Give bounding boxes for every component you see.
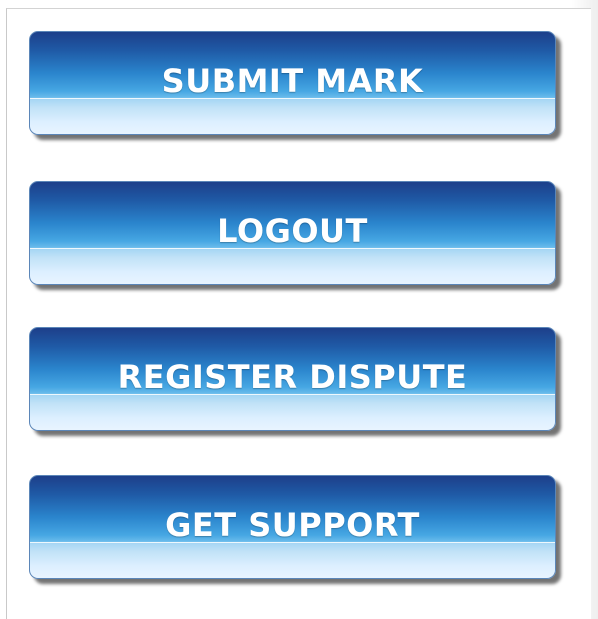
menu-panel: SUBMIT MARK LOGOUT REGISTER DISPUTE GET … bbox=[0, 0, 598, 619]
submit-mark-button[interactable]: SUBMIT MARK bbox=[29, 31, 556, 135]
logout-button[interactable]: LOGOUT bbox=[29, 181, 556, 285]
logout-label: LOGOUT bbox=[217, 212, 368, 250]
register-dispute-button[interactable]: REGISTER DISPUTE bbox=[29, 327, 556, 431]
submit-mark-label: SUBMIT MARK bbox=[161, 62, 424, 100]
get-support-label: GET SUPPORT bbox=[165, 506, 420, 544]
register-dispute-label: REGISTER DISPUTE bbox=[117, 358, 468, 396]
get-support-button[interactable]: GET SUPPORT bbox=[29, 475, 556, 579]
